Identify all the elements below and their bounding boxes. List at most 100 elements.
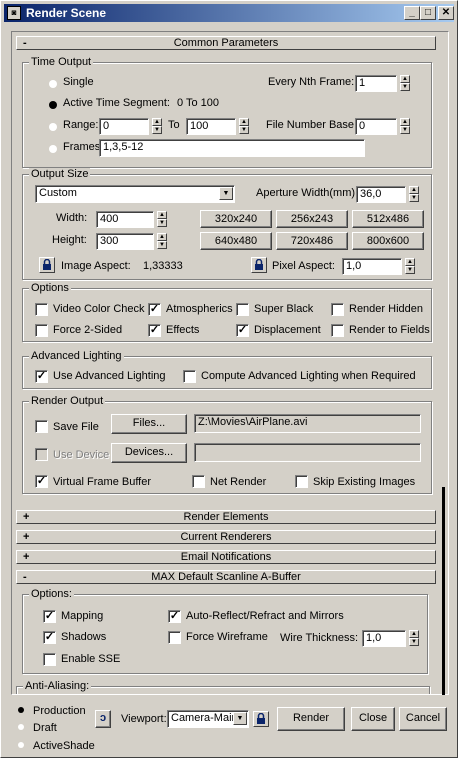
preset-800x600-button[interactable]: 800x600 — [352, 232, 424, 250]
rollout-common-parameters[interactable]: - Common Parameters — [16, 36, 436, 50]
aperture-width-spinner[interactable]: ▲ ▼ — [409, 186, 419, 203]
use-device-checkbox[interactable] — [35, 448, 48, 461]
frames-label: Frames — [63, 141, 101, 153]
rollout-scrollbar[interactable] — [442, 487, 445, 695]
group-label: Render Output — [29, 395, 106, 407]
app-icon[interactable]: ◙ — [7, 6, 21, 20]
group-label: Anti-Aliasing: — [23, 680, 92, 692]
force-2-sided-checkbox[interactable] — [35, 324, 48, 337]
group-label: Advanced Lighting — [29, 350, 124, 362]
production-radio[interactable] — [18, 707, 24, 713]
cancel-button[interactable]: Cancel — [399, 707, 447, 731]
production-label: Production — [33, 705, 86, 717]
width-input[interactable]: 400 — [96, 211, 154, 228]
files-button[interactable]: Files... — [111, 414, 187, 434]
mapping-checkbox[interactable]: ✓ — [43, 610, 56, 623]
viewport-lock-icon[interactable] — [253, 711, 269, 727]
range-from-input[interactable]: 0 — [99, 118, 149, 135]
rollout-panel[interactable]: - Common Parameters Time Output Single Ev… — [11, 31, 449, 695]
pixel-aspect-label: Pixel Aspect: — [272, 260, 335, 272]
checkbox-label: Super Black — [254, 303, 314, 315]
wire-thickness-label: Wire Thickness: — [280, 632, 359, 644]
maximize-button[interactable]: □ — [420, 6, 436, 20]
chevron-down-icon[interactable]: ▼ — [233, 712, 247, 725]
advanced-lighting-group: Advanced Lighting ✓ Use Advanced Lightin… — [22, 350, 432, 389]
swap-mode-icon[interactable]: ↄ — [95, 710, 111, 728]
use-advanced-lighting-checkbox[interactable]: ✓ — [35, 370, 48, 383]
preset-320x240-button[interactable]: 320x240 — [200, 210, 272, 228]
title-bar[interactable]: ◙ Render Scene _ □ ✕ — [4, 4, 454, 22]
checkbox-label: Enable SSE — [61, 653, 121, 665]
render-button[interactable]: Render — [277, 707, 345, 731]
displacement-checkbox[interactable]: ✓ — [236, 324, 249, 337]
minimize-button[interactable]: _ — [404, 6, 420, 20]
width-spinner[interactable]: ▲ ▼ — [157, 211, 167, 228]
preset-720x486-button[interactable]: 720x486 — [276, 232, 348, 250]
close-button[interactable]: Close — [351, 707, 395, 731]
wire-thickness-spinner[interactable]: ▲ ▼ — [409, 630, 419, 647]
render-hidden-checkbox[interactable] — [331, 303, 344, 316]
checkbox-label: Video Color Check — [53, 303, 145, 315]
rollout-current-renderers[interactable]: + Current Renderers — [16, 530, 436, 544]
auto-reflect-checkbox[interactable]: ✓ — [168, 610, 181, 623]
every-nth-spinner[interactable]: ▲ ▼ — [400, 75, 410, 92]
draft-radio[interactable] — [18, 724, 24, 730]
devices-button[interactable]: Devices... — [111, 443, 187, 463]
video-color-check-checkbox[interactable] — [35, 303, 48, 316]
rollout-render-elements[interactable]: + Render Elements — [16, 510, 436, 524]
file-number-base-input[interactable]: 0 — [355, 118, 397, 135]
rollout-scanline[interactable]: - MAX Default Scanline A-Buffer — [16, 570, 436, 584]
frames-input[interactable]: 1,3,5-12 — [99, 139, 365, 157]
virtual-frame-buffer-checkbox[interactable]: ✓ — [35, 475, 48, 488]
render-to-fields-checkbox[interactable] — [331, 324, 344, 337]
image-aspect-lock-icon[interactable] — [39, 257, 55, 273]
every-nth-input[interactable]: 1 — [355, 75, 397, 92]
anti-aliasing-group: Anti-Aliasing: — [16, 680, 430, 694]
enable-sse-checkbox[interactable] — [43, 653, 56, 666]
single-label: Single — [63, 76, 94, 88]
preset-512x486-button[interactable]: 512x486 — [352, 210, 424, 228]
range-radio[interactable] — [49, 123, 57, 131]
group-label: Output Size — [29, 168, 91, 180]
output-size-group: Output Size Custom ▼ Aperture Width(mm):… — [22, 168, 432, 280]
single-radio[interactable] — [49, 80, 57, 88]
force-wireframe-checkbox[interactable] — [168, 631, 181, 644]
shadows-checkbox[interactable]: ✓ — [43, 631, 56, 644]
super-black-checkbox[interactable] — [236, 303, 249, 316]
rollout-email-notifications[interactable]: + Email Notifications — [16, 550, 436, 564]
checkbox-label: Net Render — [210, 476, 267, 488]
checkbox-label: Render to Fields — [349, 324, 430, 336]
chevron-down-icon[interactable]: ▼ — [219, 187, 233, 200]
range-to-spinner[interactable]: ▲ ▼ — [239, 118, 249, 135]
wire-thickness-input[interactable]: 1,0 — [362, 630, 406, 647]
aperture-width-input[interactable]: 36,0 — [356, 186, 406, 203]
group-label: Options — [29, 282, 71, 294]
checkbox-label: Use Advanced Lighting — [53, 370, 166, 382]
file-number-base-label: File Number Base: — [266, 119, 358, 131]
viewport-select[interactable]: Camera-Main ▼ — [167, 710, 249, 728]
pixel-aspect-spinner[interactable]: ▲ ▼ — [405, 258, 415, 275]
preset-640x480-button[interactable]: 640x480 — [200, 232, 272, 250]
height-spinner[interactable]: ▲ ▼ — [157, 233, 167, 250]
active-segment-radio[interactable] — [49, 101, 57, 109]
aperture-width-label: Aperture Width(mm): — [256, 187, 359, 199]
close-window-button[interactable]: ✕ — [438, 6, 454, 20]
pixel-aspect-lock-icon[interactable] — [251, 257, 267, 273]
frames-radio[interactable] — [49, 145, 57, 153]
effects-checkbox[interactable]: ✓ — [148, 324, 161, 337]
range-from-spinner[interactable]: ▲ ▼ — [152, 118, 162, 135]
compute-advanced-lighting-checkbox[interactable] — [183, 370, 196, 383]
range-to-input[interactable]: 100 — [186, 118, 236, 135]
activeshade-radio[interactable] — [18, 742, 24, 748]
preset-256x243-button[interactable]: 256x243 — [276, 210, 348, 228]
pixel-aspect-input[interactable]: 1,0 — [342, 258, 402, 275]
net-render-checkbox[interactable] — [192, 475, 205, 488]
height-input[interactable]: 300 — [96, 233, 154, 250]
expand-icon: + — [23, 551, 30, 563]
file-number-base-spinner[interactable]: ▲ ▼ — [400, 118, 410, 135]
checkbox-label: Force Wireframe — [186, 631, 268, 643]
save-file-checkbox[interactable] — [35, 420, 48, 433]
atmospherics-checkbox[interactable]: ✓ — [148, 303, 161, 316]
output-size-preset-select[interactable]: Custom ▼ — [35, 185, 235, 203]
skip-existing-checkbox[interactable] — [295, 475, 308, 488]
